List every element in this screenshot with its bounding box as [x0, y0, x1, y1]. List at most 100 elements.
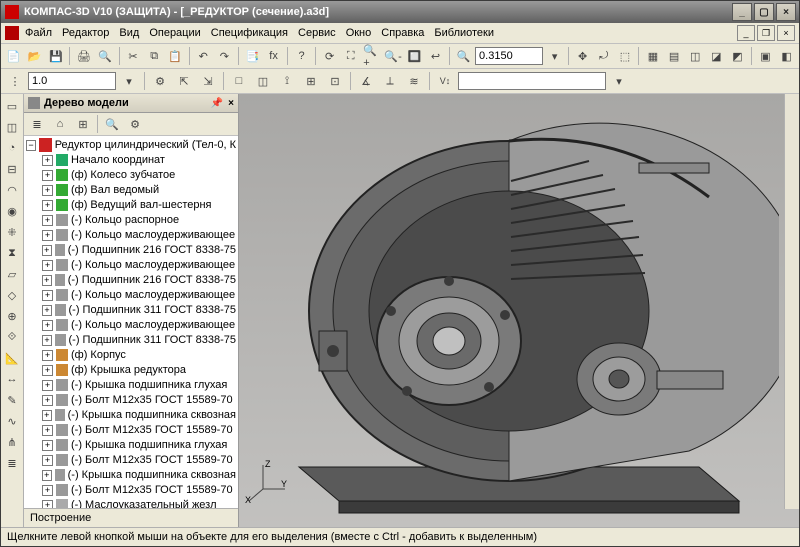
expand-icon[interactable]: +: [42, 215, 53, 226]
tool-j[interactable]: ⟂: [379, 70, 401, 92]
tree-item[interactable]: +(-) Кольцо маслоудерживающее: [42, 258, 236, 272]
lt-pattern[interactable]: ⁜: [2, 222, 22, 242]
expand-icon[interactable]: +: [42, 320, 53, 331]
tree-item[interactable]: +(-) Кольцо распорное: [42, 213, 236, 227]
minimize-button[interactable]: _: [732, 3, 752, 21]
tree-item[interactable]: +(ф) Вал ведомый: [42, 183, 236, 197]
ptb-a[interactable]: ≣: [26, 113, 48, 135]
lt-dims[interactable]: ↔: [2, 369, 22, 389]
expand-icon[interactable]: +: [42, 470, 52, 481]
tree-item[interactable]: +(ф) Крышка редуктора: [42, 363, 236, 377]
tree-item[interactable]: +(-) Болт М12x35 ГОСТ 15589-70: [42, 423, 236, 437]
lt-aux2[interactable]: ⋔: [2, 432, 22, 452]
expand-icon[interactable]: +: [42, 260, 53, 271]
tree-item[interactable]: +(-) Маслоуказательный жезл: [42, 498, 236, 508]
help-button[interactable]: ?: [292, 45, 311, 67]
save-button[interactable]: 💾: [46, 45, 65, 67]
shade-render-button[interactable]: ◩: [728, 45, 747, 67]
vars-button[interactable]: fx: [264, 45, 283, 67]
tree-root[interactable]: − Редуктор цилиндрический (Тел-0, К: [26, 138, 236, 152]
menu-libraries[interactable]: Библиотеки: [434, 27, 494, 39]
expand-icon[interactable]: +: [42, 455, 53, 466]
menu-help[interactable]: Справка: [381, 27, 424, 39]
tool-vx[interactable]: V↕: [434, 70, 456, 92]
refresh-button[interactable]: ⟳: [320, 45, 339, 67]
expand-icon[interactable]: +: [42, 440, 53, 451]
mdi-restore-button[interactable]: ❐: [757, 25, 775, 41]
lt-sheet[interactable]: ▱: [2, 264, 22, 284]
zoom-window-button[interactable]: 🔲: [405, 45, 424, 67]
preview-button[interactable]: 🔍: [95, 45, 114, 67]
tool-f[interactable]: ⟟: [276, 70, 298, 92]
ptb-b[interactable]: ⌂: [49, 113, 71, 135]
mdi-close-button[interactable]: ×: [777, 25, 795, 41]
ptb-d[interactable]: 🔍: [101, 113, 123, 135]
pan-button[interactable]: ✥: [573, 45, 592, 67]
tool-c[interactable]: ⇲: [197, 70, 219, 92]
style-select[interactable]: 1.0: [28, 72, 116, 90]
collapse-icon[interactable]: −: [26, 140, 36, 151]
tree-item[interactable]: +(-) Подшипник 216 ГОСТ 8338-75: [42, 273, 236, 287]
mdi-minimize-button[interactable]: _: [737, 25, 755, 41]
lt-extrude[interactable]: ◫: [2, 117, 22, 137]
rotate-button[interactable]: ⤾: [594, 45, 613, 67]
expand-icon[interactable]: +: [42, 500, 53, 509]
shade-wire-button[interactable]: ▦: [643, 45, 662, 67]
lt-cut[interactable]: ⊟: [2, 159, 22, 179]
tree-item[interactable]: +(-) Болт М12x35 ГОСТ 15589-70: [42, 453, 236, 467]
zoom-fit-button[interactable]: ⛶: [341, 45, 360, 67]
shade-hidden-button[interactable]: ◫: [686, 45, 705, 67]
viewport-3d[interactable]: Z Y X: [239, 94, 799, 527]
expand-icon[interactable]: +: [42, 200, 53, 211]
style-dropdown-button[interactable]: ▾: [118, 70, 140, 92]
tree-item[interactable]: +(-) Болт М12x35 ГОСТ 15589-70: [42, 393, 236, 407]
tree-item[interactable]: +(-) Болт М12x35 ГОСТ 15589-70: [42, 483, 236, 497]
zoom-input[interactable]: [475, 47, 543, 65]
expand-icon[interactable]: +: [42, 185, 53, 196]
tree-item[interactable]: +(-) Крышка подшипника сквозная: [42, 408, 236, 422]
expand-icon[interactable]: +: [42, 275, 52, 286]
value-field[interactable]: [458, 72, 606, 90]
ptb-e[interactable]: ⚙: [124, 113, 146, 135]
persp-button[interactable]: ▣: [756, 45, 775, 67]
tree[interactable]: − Редуктор цилиндрический (Тел-0, К + На…: [24, 136, 238, 508]
shade-hatch-button[interactable]: ▤: [664, 45, 683, 67]
print-button[interactable]: 🖨: [74, 45, 93, 67]
cut-button[interactable]: ✂: [123, 45, 142, 67]
tree-item[interactable]: +(-) Подшипник 311 ГОСТ 8338-75: [42, 303, 236, 317]
maximize-button[interactable]: ▢: [754, 3, 774, 21]
section-button[interactable]: ◧: [777, 45, 796, 67]
zoom-in-button[interactable]: 🔍+: [362, 45, 381, 67]
value-dropdown-button[interactable]: ▾: [608, 70, 630, 92]
zoom-dropdown-button[interactable]: ▾: [545, 45, 564, 67]
shade-solid-button[interactable]: ◪: [707, 45, 726, 67]
tree-item[interactable]: +(-) Крышка подшипника сквозная: [42, 468, 236, 482]
expand-icon[interactable]: +: [42, 290, 53, 301]
tree-origin[interactable]: + Начало координат: [42, 153, 236, 167]
tool-g[interactable]: ⊞: [300, 70, 322, 92]
viewport-scrollbar[interactable]: [784, 94, 799, 509]
expand-icon[interactable]: +: [42, 245, 52, 256]
menu-operations[interactable]: Операции: [149, 27, 200, 39]
lt-meas[interactable]: 📐: [2, 348, 22, 368]
expand-icon[interactable]: +: [42, 350, 53, 361]
expand-icon[interactable]: +: [42, 395, 53, 406]
tree-item[interactable]: +(-) Кольцо маслоудерживающее: [42, 228, 236, 242]
menu-file[interactable]: Файл: [25, 27, 52, 39]
tree-item[interactable]: +(-) Крышка подшипника глухая: [42, 438, 236, 452]
tool-k[interactable]: ≋: [403, 70, 425, 92]
expand-icon[interactable]: +: [42, 155, 53, 166]
tree-item[interactable]: +(-) Подшипник 216 ГОСТ 8338-75: [42, 243, 236, 257]
menu-window[interactable]: Окно: [346, 27, 372, 39]
tool-a[interactable]: ⚙: [149, 70, 171, 92]
ptb-c[interactable]: ⊞: [72, 113, 94, 135]
tool-e[interactable]: ◫: [252, 70, 274, 92]
lt-mate[interactable]: ⟐: [2, 327, 22, 347]
tree-item[interactable]: +(-) Крышка подшипника глухая: [42, 378, 236, 392]
tree-item[interactable]: +(ф) Колесо зубчатое: [42, 168, 236, 182]
menu-spec[interactable]: Спецификация: [211, 27, 288, 39]
expand-icon[interactable]: +: [42, 230, 53, 241]
lt-notes[interactable]: ✎: [2, 390, 22, 410]
tree-item[interactable]: +(-) Кольцо маслоудерживающее: [42, 318, 236, 332]
lt-aux1[interactable]: ∿: [2, 411, 22, 431]
